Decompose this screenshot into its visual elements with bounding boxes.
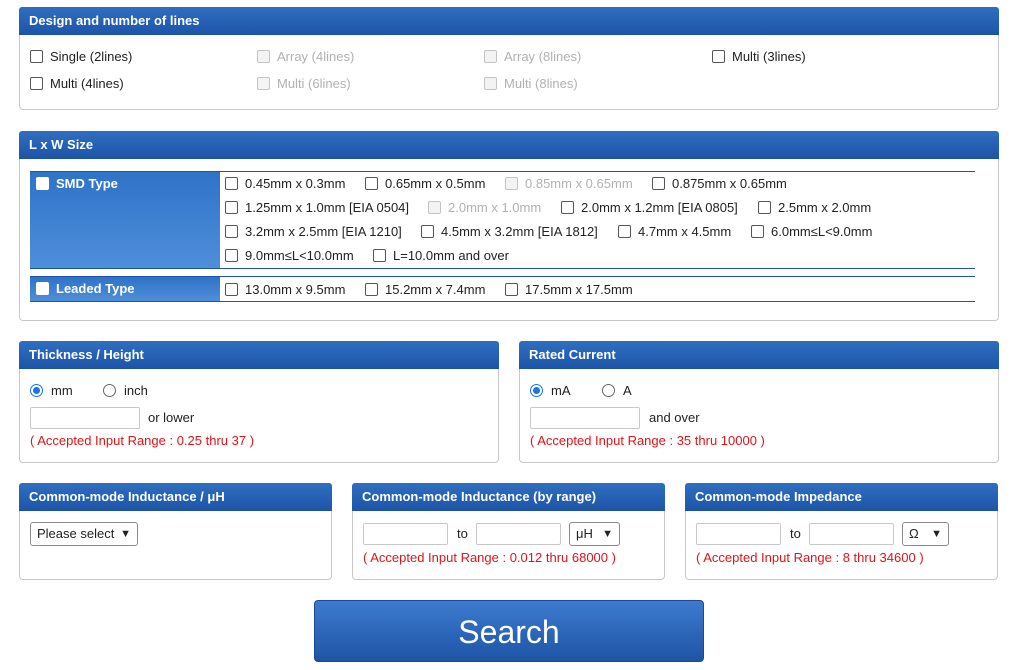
leaded-option[interactable]: 15.2mm x 7.4mm (365, 282, 485, 297)
design-panel-title: Design and number of lines (19, 7, 999, 35)
to-label: to (457, 526, 468, 541)
impedance-range-text: ( Accepted Input Range : 8 thru 34600 ) (696, 550, 924, 565)
smd-option[interactable]: 3.2mm x 2.5mm [EIA 1210] (225, 224, 402, 239)
inductance-range-panel-title: Common-mode Inductance (by range) (352, 483, 665, 511)
checkbox[interactable] (751, 225, 764, 239)
inductance-min-input[interactable] (363, 523, 448, 545)
checkbox[interactable] (365, 177, 378, 191)
checkbox[interactable] (712, 50, 725, 64)
checkbox (257, 50, 270, 64)
checkbox[interactable] (652, 177, 665, 191)
impedance-unit-select[interactable]: Ω ▼ (902, 522, 949, 546)
checkbox[interactable] (225, 249, 238, 263)
inductance-select[interactable]: Please select ▼ (30, 522, 138, 546)
smd-type-header[interactable]: SMD Type (30, 172, 220, 268)
checkbox[interactable] (36, 282, 49, 296)
checkbox[interactable] (225, 177, 238, 191)
thickness-input[interactable] (30, 407, 140, 429)
thickness-panel-title: Thickness / Height (19, 341, 499, 369)
current-input[interactable] (530, 407, 640, 429)
checkbox[interactable] (561, 201, 574, 215)
checkbox (505, 177, 518, 191)
radio-selected[interactable] (30, 384, 43, 398)
current-panel-title: Rated Current (519, 341, 999, 369)
chevron-down-icon: ▼ (602, 528, 613, 540)
inductance-max-input[interactable] (476, 523, 561, 545)
to-label: to (790, 526, 801, 541)
design-panel: Design and number of lines Single (2line… (19, 7, 999, 110)
thickness-panel: Thickness / Height mm inch or lower ( Ac… (19, 341, 499, 463)
search-button[interactable]: Search (314, 600, 704, 662)
inductance-unit-select[interactable]: μH ▼ (569, 522, 620, 546)
size-panel: L x W Size SMD Type 0.45mm x 0.3mm 0.65m… (19, 131, 999, 321)
inductance-panel-title: Common-mode Inductance / μH (19, 483, 332, 511)
smd-option[interactable]: 2.5mm x 2.0mm (758, 200, 871, 215)
option-array-8lines: Array (8lines) (484, 49, 581, 64)
smd-option[interactable]: 4.7mm x 4.5mm (618, 224, 731, 239)
leaded-option[interactable]: 13.0mm x 9.5mm (225, 282, 345, 297)
smd-option: 0.85mm x 0.65mm (505, 176, 633, 191)
smd-option[interactable]: 0.45mm x 0.3mm (225, 176, 345, 191)
smd-option[interactable]: 0.65mm x 0.5mm (365, 176, 485, 191)
impedance-panel-title: Common-mode Impedance (685, 483, 998, 511)
thickness-suffix: or lower (148, 410, 195, 425)
radio-selected[interactable] (530, 384, 543, 398)
unit-ma-radio[interactable]: mA (530, 383, 571, 398)
smd-option: 2.0mm x 1.0mm (428, 200, 541, 215)
divider (30, 268, 975, 269)
leaded-option[interactable]: 17.5mm x 17.5mm (505, 282, 633, 297)
option-multi-6lines: Multi (6lines) (257, 76, 351, 91)
current-range: ( Accepted Input Range : 35 thru 10000 ) (530, 433, 765, 448)
impedance-panel: Common-mode Impedance to Ω ▼ ( Accepted I… (685, 483, 998, 580)
checkbox[interactable] (618, 225, 631, 239)
option-multi-8lines: Multi (8lines) (484, 76, 578, 91)
checkbox (484, 50, 497, 64)
checkbox[interactable] (225, 283, 238, 297)
thickness-range: ( Accepted Input Range : 0.25 thru 37 ) (30, 433, 255, 448)
checkbox[interactable] (30, 50, 43, 64)
checkbox[interactable] (373, 249, 386, 263)
checkbox[interactable] (421, 225, 434, 239)
checkbox[interactable] (758, 201, 771, 215)
inductance-range-panel: Common-mode Inductance (by range) to μH ▼… (352, 483, 665, 580)
checkbox[interactable] (225, 225, 238, 239)
checkbox[interactable] (225, 201, 238, 215)
divider (30, 301, 975, 302)
inductance-range-text: ( Accepted Input Range : 0.012 thru 6800… (363, 550, 616, 565)
smd-option[interactable]: 6.0mm≤L<9.0mm (751, 224, 872, 239)
option-single-2lines[interactable]: Single (2lines) (30, 49, 132, 64)
current-panel: Rated Current mA A and over ( Accepted I… (519, 341, 999, 463)
radio[interactable] (602, 384, 615, 398)
smd-option[interactable]: 2.0mm x 1.2mm [EIA 0805] (561, 200, 738, 215)
inductance-panel: Common-mode Inductance / μH Please selec… (19, 483, 332, 580)
chevron-down-icon: ▼ (931, 528, 942, 540)
checkbox[interactable] (505, 283, 518, 297)
checkbox[interactable] (36, 177, 49, 191)
checkbox[interactable] (30, 77, 43, 91)
impedance-max-input[interactable] (809, 523, 894, 545)
option-array-4lines: Array (4lines) (257, 49, 354, 64)
smd-option[interactable]: L=10.0mm and over (373, 248, 509, 263)
chevron-down-icon: ▼ (120, 528, 131, 540)
impedance-min-input[interactable] (696, 523, 781, 545)
unit-mm-radio[interactable]: mm (30, 383, 73, 398)
radio[interactable] (103, 384, 116, 398)
smd-option[interactable]: 0.875mm x 0.65mm (652, 176, 787, 191)
smd-option[interactable]: 4.5mm x 3.2mm [EIA 1812] (421, 224, 598, 239)
option-multi-4lines[interactable]: Multi (4lines) (30, 76, 124, 91)
current-suffix: and over (649, 410, 700, 425)
option-multi-3lines[interactable]: Multi (3lines) (712, 49, 806, 64)
unit-inch-radio[interactable]: inch (103, 383, 148, 398)
leaded-type-header[interactable]: Leaded Type (30, 277, 220, 301)
checkbox (484, 77, 497, 91)
checkbox (257, 77, 270, 91)
smd-option[interactable]: 1.25mm x 1.0mm [EIA 0504] (225, 200, 409, 215)
size-panel-title: L x W Size (19, 131, 999, 159)
smd-option[interactable]: 9.0mm≤L<10.0mm (225, 248, 354, 263)
checkbox[interactable] (365, 283, 378, 297)
checkbox (428, 201, 441, 215)
unit-a-radio[interactable]: A (602, 383, 632, 398)
